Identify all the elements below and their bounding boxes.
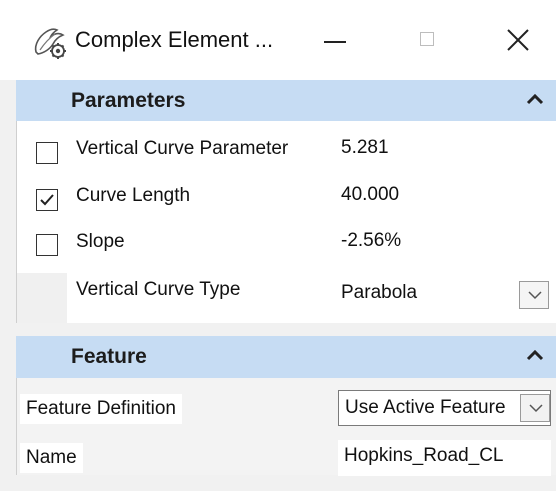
chevron-down-icon — [528, 291, 542, 300]
maximize-button[interactable] — [398, 16, 458, 64]
curve-length-label: Curve Length — [70, 181, 197, 211]
name-value[interactable]: Hopkins_Road_CL — [338, 440, 551, 476]
feature-title: Feature — [71, 345, 147, 368]
curve-length-value[interactable]: 40.000 — [335, 179, 553, 215]
parameters-section-header[interactable]: Parameters — [16, 80, 556, 121]
feature-definition-label: Feature Definition — [20, 394, 182, 424]
vertical-curve-type-label: Vertical Curve Type — [70, 275, 247, 305]
name-label: Name — [20, 443, 83, 473]
close-button[interactable] — [487, 16, 547, 64]
row-spacer — [17, 273, 67, 323]
close-icon — [507, 29, 529, 51]
vertical-curve-parameter-label: Vertical Curve Parameter — [70, 134, 295, 164]
feature-definition-value: Use Active Feature — [345, 397, 506, 418]
title-bar[interactable]: Complex Element ... — [0, 0, 556, 80]
curve-length-checkbox[interactable] — [36, 189, 58, 211]
parameters-title: Parameters — [71, 89, 186, 112]
chevron-up-icon[interactable] — [526, 92, 544, 110]
feature-section-header[interactable]: Feature — [16, 336, 556, 378]
window-title: Complex Element ... — [75, 27, 274, 52]
minimize-button[interactable] — [305, 16, 365, 64]
vertical-curve-parameter-value[interactable]: 5.281 — [335, 132, 553, 168]
feature-definition-dropdown-button[interactable] — [520, 394, 550, 422]
slope-checkbox[interactable] — [36, 234, 58, 256]
complex-element-gear-icon — [30, 22, 70, 62]
checkmark-icon — [40, 194, 54, 206]
parameters-panel: Vertical Curve Parameter 5.281 Curve Len… — [16, 121, 556, 323]
slope-label: Slope — [70, 227, 131, 257]
complex-element-dialog: Complex Element ... Parameters Vertical … — [0, 0, 556, 491]
chevron-up-icon[interactable] — [526, 348, 544, 366]
chevron-down-icon — [529, 404, 543, 413]
vertical-curve-parameter-checkbox[interactable] — [36, 142, 58, 164]
slope-value[interactable]: -2.56% — [335, 225, 553, 261]
vertical-curve-type-dropdown-button[interactable] — [519, 281, 549, 309]
